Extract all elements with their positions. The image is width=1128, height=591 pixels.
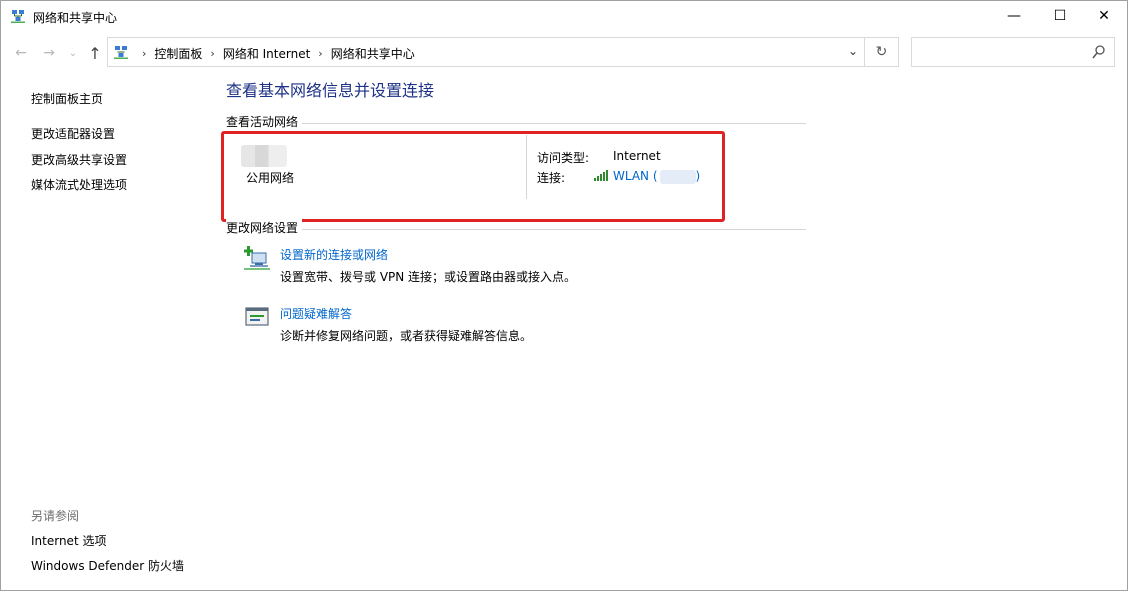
change-adapter-settings-link[interactable]: 更改适配器设置 <box>31 125 115 142</box>
minimize-button[interactable]: — <box>991 1 1037 31</box>
task-new-connection: 设置新的连接或网络 设置宽带、拨号或 VPN 连接；或设置路由器或接入点。 <box>244 243 824 287</box>
maximize-button[interactable]: ☐ <box>1037 1 1083 31</box>
new-connection-icon <box>244 246 270 270</box>
minimize-icon: — <box>1007 8 1021 24</box>
title-bar[interactable]: 网络和共享中心 — ☐ ✕ <box>1 1 1127 32</box>
setup-new-connection-description: 设置宽带、拨号或 VPN 连接；或设置路由器或接入点。 <box>280 270 577 284</box>
navigation-bar: ← → ⌄ ↑ › 控制面板 › 网络和 Internet › 网络和共享中心 … <box>1 37 1127 68</box>
change-advanced-sharing-link[interactable]: 更改高级共享设置 <box>31 151 127 168</box>
setup-new-connection-link[interactable]: 设置新的连接或网络 <box>280 246 388 263</box>
troubleshoot-icon <box>245 307 269 326</box>
chevron-down-icon: ⌄ <box>68 47 78 59</box>
maximize-icon: ☐ <box>1053 8 1067 24</box>
chevron-down-icon[interactable]: ⌄ <box>848 44 858 58</box>
network-name-redacted <box>241 145 287 167</box>
network-center-icon <box>114 46 128 59</box>
up-button[interactable]: ↑ <box>85 43 105 63</box>
network-type-link[interactable]: 公用网络 <box>246 169 294 186</box>
close-icon: ✕ <box>1098 8 1110 24</box>
access-type-label: 访问类型: <box>537 151 590 165</box>
back-button[interactable]: ← <box>11 43 31 63</box>
network-center-icon <box>11 10 25 23</box>
breadcrumb-separator[interactable]: › <box>210 47 214 60</box>
page-title: 查看基本网络信息并设置连接 <box>226 81 435 100</box>
arrow-left-icon: ← <box>15 45 27 61</box>
forward-button[interactable]: → <box>39 43 59 63</box>
refresh-button[interactable]: ↻ <box>865 37 899 67</box>
control-panel-home-link[interactable]: 控制面板主页 <box>31 90 103 107</box>
ssid-redacted <box>659 169 696 184</box>
wlan-connection-text: WLAN ( <box>613 169 658 183</box>
main-pane: 查看基本网络信息并设置连接 查看活动网络 公用网络 访问类型: Internet… <box>221 71 1106 591</box>
connection-label: 连接: <box>537 171 566 185</box>
wifi-signal-icon <box>594 170 608 181</box>
active-network-panel: 公用网络 访问类型: Internet 连接: WLAN () <box>226 129 806 219</box>
search-input[interactable] <box>916 42 1086 62</box>
breadcrumb-network-sharing-center[interactable]: 网络和共享中心 <box>331 45 415 62</box>
change-network-settings-heading: 更改网络设置 <box>226 219 303 236</box>
active-networks-heading: 查看活动网络 <box>226 113 303 130</box>
close-button[interactable]: ✕ <box>1081 1 1127 31</box>
breadcrumb-separator[interactable]: › <box>318 47 322 60</box>
windows-defender-firewall-link[interactable]: Windows Defender 防火墙 <box>31 557 184 574</box>
troubleshoot-problems-description: 诊断并修复网络问题，或者获得疑难解答信息。 <box>280 329 533 343</box>
network-sharing-center-window: 网络和共享中心 — ☐ ✕ ← → ⌄ ↑ › 控制面板 › 网络和 Inter… <box>0 0 1128 591</box>
group-divider <box>226 229 806 230</box>
left-pane: 控制面板主页 更改适配器设置 更改高级共享设置 媒体流式处理选项 另请参阅 In… <box>1 71 216 591</box>
arrow-up-icon: ↑ <box>88 43 102 63</box>
wlan-connection-link[interactable]: WLAN () <box>613 169 700 184</box>
breadcrumb-control-panel[interactable]: 控制面板 <box>154 45 202 62</box>
address-bar[interactable]: › 控制面板 › 网络和 Internet › 网络和共享中心 ⌄ <box>107 37 865 67</box>
search-box[interactable] <box>911 37 1115 67</box>
see-also-heading: 另请参阅 <box>31 509 80 523</box>
breadcrumb-network-internet[interactable]: 网络和 Internet <box>223 45 310 62</box>
troubleshoot-problems-link[interactable]: 问题疑难解答 <box>280 305 352 322</box>
vertical-divider <box>526 135 527 199</box>
breadcrumb: › 控制面板 › 网络和 Internet › 网络和共享中心 <box>134 45 415 62</box>
breadcrumb-separator[interactable]: › <box>142 47 146 60</box>
arrow-right-icon: → <box>43 45 55 61</box>
search-icon[interactable] <box>1092 44 1106 60</box>
task-troubleshoot: 问题疑难解答 诊断并修复网络问题，或者获得疑难解答信息。 <box>244 302 824 346</box>
refresh-icon: ↻ <box>875 44 888 60</box>
media-streaming-options-link[interactable]: 媒体流式处理选项 <box>31 176 127 193</box>
group-divider <box>226 123 806 124</box>
window-title: 网络和共享中心 <box>33 11 118 25</box>
recent-locations-button[interactable]: ⌄ <box>63 43 83 63</box>
access-type-value: Internet <box>613 149 661 163</box>
wlan-connection-close: ) <box>695 169 701 183</box>
internet-options-link[interactable]: Internet 选项 <box>31 532 106 549</box>
